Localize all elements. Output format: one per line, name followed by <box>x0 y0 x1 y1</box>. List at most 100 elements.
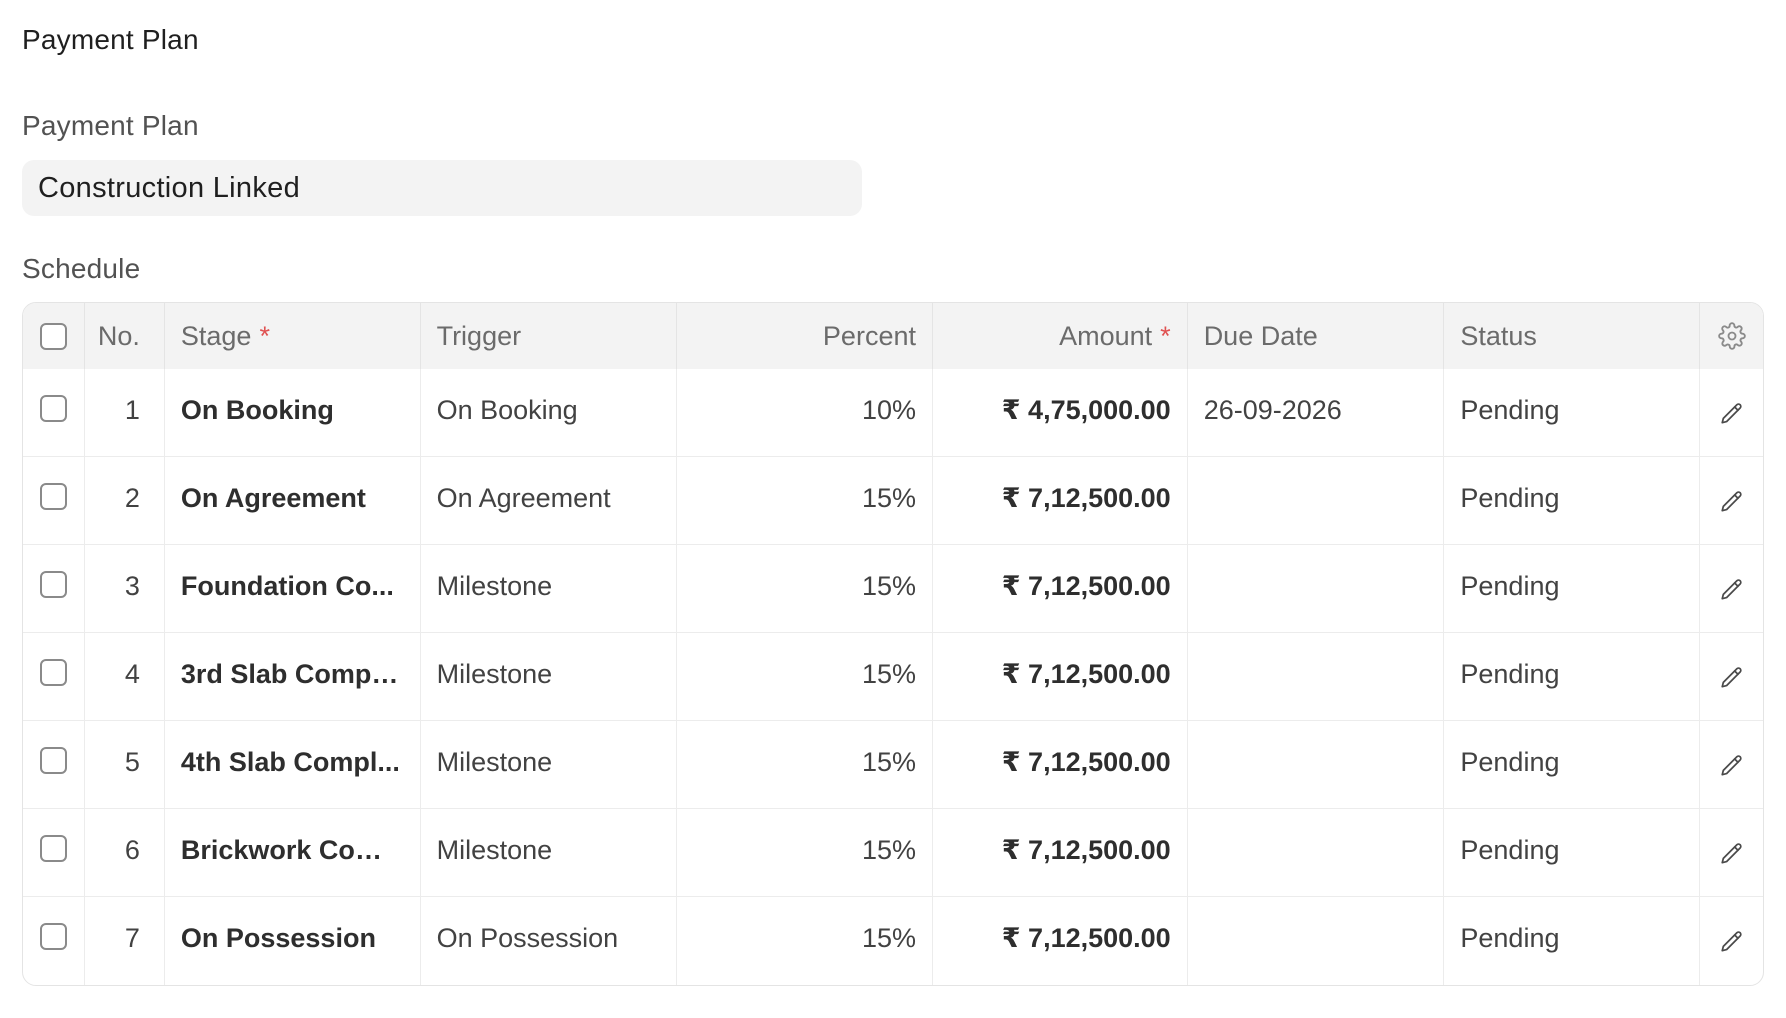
row-trigger[interactable]: Milestone <box>421 545 678 632</box>
row-amount[interactable]: ₹ 7,12,500.00 <box>933 633 1188 720</box>
table-row[interactable]: 2 On Agreement On Agreement 15% ₹ 7,12,5… <box>23 457 1763 545</box>
row-number: 6 <box>85 809 165 896</box>
row-amount[interactable]: ₹ 7,12,500.00 <box>933 809 1188 896</box>
table-row[interactable]: 5 4th Slab Compl... Milestone 15% ₹ 7,12… <box>23 721 1763 809</box>
row-number: 1 <box>85 369 165 456</box>
row-number: 5 <box>85 721 165 808</box>
row-trigger[interactable]: On Possession <box>421 897 678 985</box>
row-checkbox[interactable] <box>39 835 67 862</box>
row-due-date[interactable]: 26-09-2026 <box>1188 369 1445 456</box>
row-status[interactable]: Pending <box>1444 809 1701 896</box>
select-all-checkbox[interactable] <box>39 322 67 350</box>
row-checkbox-cell <box>23 633 85 720</box>
required-marker: * <box>1160 320 1171 351</box>
row-checkbox[interactable] <box>39 659 67 686</box>
row-checkbox-cell <box>23 545 85 632</box>
row-edit-button[interactable] <box>1700 457 1763 544</box>
row-due-date[interactable] <box>1188 897 1445 985</box>
row-due-date[interactable] <box>1188 809 1445 896</box>
column-header-due-date[interactable]: Due Date <box>1188 303 1445 369</box>
row-status[interactable]: Pending <box>1444 545 1701 632</box>
row-checkbox[interactable] <box>39 571 67 598</box>
row-stage[interactable]: 3rd Slab Compl... <box>165 633 421 720</box>
row-edit-button[interactable] <box>1700 633 1763 720</box>
column-header-no[interactable]: No. <box>85 303 165 369</box>
row-trigger[interactable]: On Booking <box>421 369 678 456</box>
pencil-icon <box>1719 753 1745 779</box>
row-percent[interactable]: 15% <box>677 809 933 896</box>
row-stage[interactable]: On Possession <box>165 897 421 985</box>
table-row[interactable]: 1 On Booking On Booking 10% ₹ 4,75,000.0… <box>23 369 1763 457</box>
row-status[interactable]: Pending <box>1444 633 1701 720</box>
gear-icon <box>1717 322 1746 350</box>
row-percent[interactable]: 10% <box>677 369 933 456</box>
row-trigger[interactable]: Milestone <box>421 721 678 808</box>
row-status[interactable]: Pending <box>1444 897 1701 985</box>
row-edit-button[interactable] <box>1700 721 1763 808</box>
row-trigger[interactable]: Milestone <box>421 809 678 896</box>
column-header-trigger[interactable]: Trigger <box>421 303 678 369</box>
section-title: Payment Plan <box>22 24 199 55</box>
row-due-date[interactable] <box>1188 545 1445 632</box>
column-header-percent[interactable]: Percent <box>677 303 933 369</box>
column-header-amount-label: Amount <box>1059 320 1153 351</box>
row-stage-text: On Agreement <box>180 483 366 513</box>
row-percent[interactable]: 15% <box>677 721 933 808</box>
row-percent[interactable]: 15% <box>677 897 933 985</box>
row-due-date[interactable] <box>1188 633 1445 720</box>
row-stage-text: Brickwork Com... <box>180 835 401 865</box>
row-status[interactable]: Pending <box>1444 457 1701 544</box>
row-stage[interactable]: 4th Slab Compl... <box>165 721 421 808</box>
row-stage[interactable]: On Agreement <box>165 457 421 544</box>
row-checkbox-cell <box>23 457 85 544</box>
row-trigger[interactable]: Milestone <box>421 633 678 720</box>
table-row[interactable]: 3 Foundation Co... Milestone 15% ₹ 7,12,… <box>23 545 1763 633</box>
row-percent[interactable]: 15% <box>677 457 933 544</box>
row-number: 4 <box>85 633 165 720</box>
row-stage-text: On Possession <box>180 923 376 953</box>
row-amount[interactable]: ₹ 7,12,500.00 <box>933 457 1188 544</box>
row-stage-text: 4th Slab Compl... <box>180 747 400 777</box>
schedule-table: No. Stage * Trigger Percent Amount * Due… <box>22 302 1764 986</box>
row-percent[interactable]: 15% <box>677 545 933 632</box>
row-checkbox[interactable] <box>39 923 67 950</box>
row-amount[interactable]: ₹ 7,12,500.00 <box>933 545 1188 632</box>
table-row[interactable]: 6 Brickwork Com... Milestone 15% ₹ 7,12,… <box>23 809 1763 897</box>
row-status[interactable]: Pending <box>1444 721 1701 808</box>
pencil-icon <box>1719 577 1745 603</box>
payment-plan-label: Payment Plan <box>22 110 199 141</box>
row-edit-button[interactable] <box>1700 545 1763 632</box>
table-row[interactable]: 7 On Possession On Possession 15% ₹ 7,12… <box>23 897 1763 985</box>
row-trigger[interactable]: On Agreement <box>421 457 678 544</box>
table-row[interactable]: 4 3rd Slab Compl... Milestone 15% ₹ 7,12… <box>23 633 1763 721</box>
row-checkbox[interactable] <box>39 747 67 774</box>
column-header-stage-label: Stage <box>180 320 252 351</box>
row-stage[interactable]: On Booking <box>165 369 421 456</box>
column-header-status[interactable]: Status <box>1444 303 1701 369</box>
row-stage-text: On Booking <box>180 395 334 425</box>
pencil-icon <box>1719 489 1745 515</box>
row-edit-button[interactable] <box>1700 897 1763 985</box>
row-amount[interactable]: ₹ 7,12,500.00 <box>933 721 1188 808</box>
column-header-amount[interactable]: Amount * <box>933 303 1188 369</box>
row-amount[interactable]: ₹ 7,12,500.00 <box>933 897 1188 985</box>
row-status[interactable]: Pending <box>1444 369 1701 456</box>
required-marker: * <box>259 320 270 351</box>
row-number: 7 <box>85 897 165 985</box>
column-header-stage[interactable]: Stage * <box>165 303 421 369</box>
row-due-date[interactable] <box>1188 457 1445 544</box>
row-stage[interactable]: Foundation Co... <box>165 545 421 632</box>
pencil-icon <box>1719 401 1745 427</box>
row-percent[interactable]: 15% <box>677 633 933 720</box>
row-edit-button[interactable] <box>1700 369 1763 456</box>
row-amount[interactable]: ₹ 4,75,000.00 <box>933 369 1188 456</box>
row-checkbox-cell <box>23 721 85 808</box>
row-checkbox[interactable] <box>39 395 67 422</box>
row-stage[interactable]: Brickwork Com... <box>165 809 421 896</box>
column-settings-button[interactable] <box>1700 303 1763 369</box>
row-checkbox[interactable] <box>39 483 67 510</box>
payment-plan-select[interactable]: Construction Linked <box>22 160 862 216</box>
row-due-date[interactable] <box>1188 721 1445 808</box>
row-edit-button[interactable] <box>1700 809 1763 896</box>
row-checkbox-cell <box>23 897 85 985</box>
